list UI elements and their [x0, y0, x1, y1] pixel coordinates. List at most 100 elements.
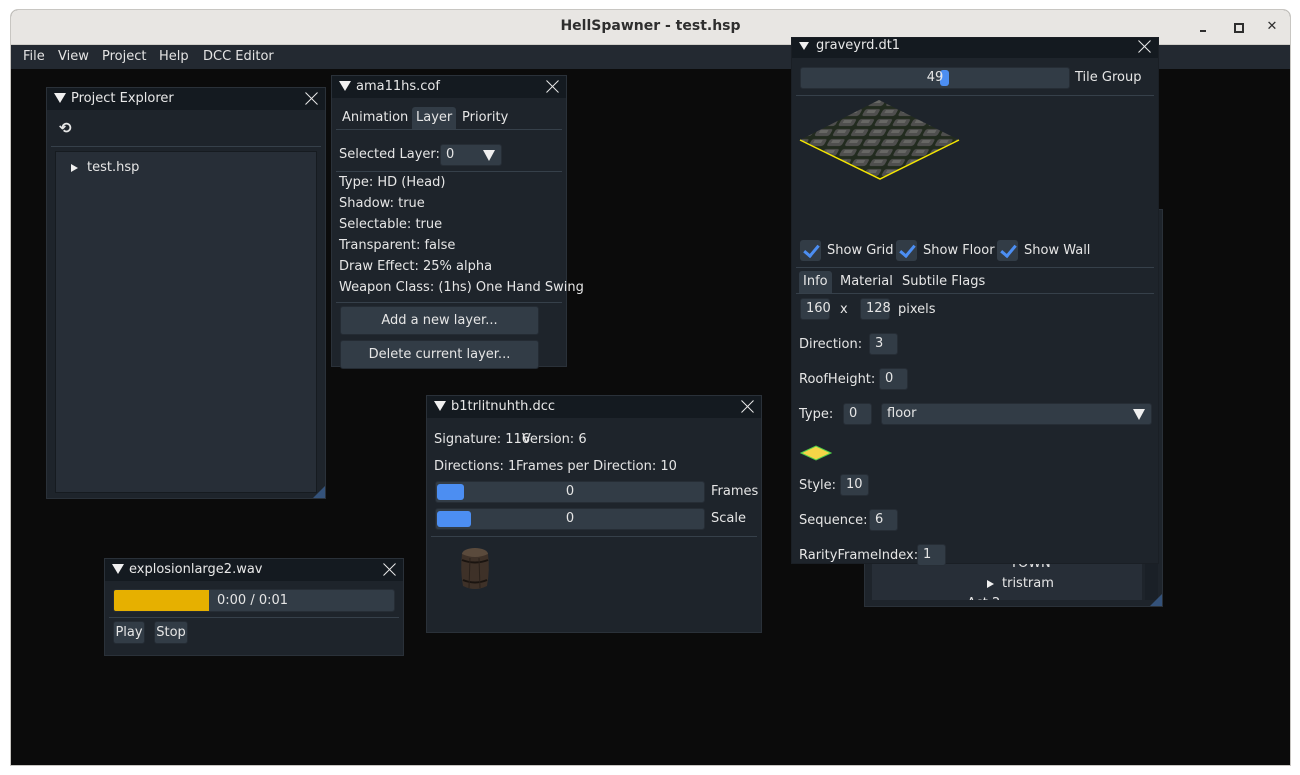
- dcc-viewer-panel: b1trlitnuhth.dcc Signature: 116 Version:…: [426, 395, 762, 633]
- tab-layer[interactable]: Layer: [412, 107, 457, 129]
- resize-grip[interactable]: [1150, 594, 1162, 606]
- tab-info[interactable]: Info: [799, 271, 832, 293]
- divider: [796, 95, 1154, 96]
- frames-slider[interactable]: 0: [435, 481, 705, 503]
- close-button[interactable]: ✕: [1261, 17, 1283, 37]
- close-icon[interactable]: [305, 91, 319, 105]
- close-icon[interactable]: [383, 562, 397, 576]
- refresh-icon[interactable]: ⟲: [59, 119, 72, 137]
- tab-material[interactable]: Material: [836, 271, 897, 293]
- show-wall-label: Show Wall: [1024, 243, 1091, 258]
- divider: [431, 536, 757, 537]
- close-icon[interactable]: [1138, 39, 1152, 53]
- roof-height-label: RoofHeight:: [799, 372, 876, 387]
- show-floor-label: Show Floor: [923, 243, 995, 258]
- delete-layer-button[interactable]: Delete current layer...: [340, 340, 539, 369]
- cof-editor-header[interactable]: ama11hs.cof: [332, 76, 566, 98]
- directions-text: Directions: 1: [434, 459, 517, 474]
- tree-node-act2[interactable]: Act 2: [967, 596, 1000, 600]
- type-select-value: floor: [887, 406, 917, 421]
- tree-node-tristram[interactable]: tristram: [1002, 576, 1054, 591]
- menu-help[interactable]: Help: [159, 49, 189, 64]
- divider: [336, 171, 562, 172]
- maximize-button[interactable]: [1227, 17, 1249, 37]
- collapse-icon[interactable]: [112, 564, 124, 574]
- divider: [51, 146, 321, 147]
- layer-type: Type: HD (Head): [339, 175, 446, 190]
- type-label: Type:: [799, 407, 834, 422]
- minimize-button[interactable]: [1192, 17, 1214, 37]
- add-layer-button[interactable]: Add a new layer...: [340, 306, 539, 335]
- cof-editor-panel: ama11hs.cof Animation Layer Priority Sel…: [331, 75, 584, 369]
- sequence-label: Sequence:: [799, 513, 868, 528]
- selected-layer-value: 0: [446, 147, 455, 162]
- menu-dcc-editor[interactable]: DCC Editor: [203, 49, 274, 64]
- close-icon[interactable]: [741, 399, 755, 413]
- menu-view[interactable]: View: [58, 49, 89, 64]
- collapse-icon[interactable]: [54, 93, 66, 103]
- expand-arrow-icon[interactable]: [71, 164, 78, 172]
- dt1-editor-header[interactable]: graveyrd.dt1: [792, 38, 1158, 58]
- divider: [109, 617, 399, 618]
- expand-arrow-icon[interactable]: [987, 580, 994, 588]
- barrel-sprite: [461, 548, 489, 589]
- playback-progress-bar[interactable]: 0:00 / 0:01: [113, 589, 395, 612]
- style-field[interactable]: 10: [840, 474, 869, 496]
- version-text: Version: 6: [522, 432, 587, 447]
- panel-title: b1trlitnuhth.dcc: [451, 399, 556, 414]
- layer-weapon-class: Weapon Class: (1hs) One Hand Swing: [339, 280, 584, 295]
- sequence-field[interactable]: 6: [869, 509, 898, 531]
- window-title: HellSpawner - test.hsp: [560, 18, 741, 34]
- direction-field[interactable]: 3: [869, 333, 898, 355]
- divider: [336, 129, 562, 130]
- tab-priority[interactable]: Priority: [458, 107, 512, 129]
- resize-grip[interactable]: [313, 486, 325, 498]
- panel-title: explosionlarge2.wav: [129, 562, 263, 577]
- frames-per-direction-text: Frames per Direction: 10: [516, 459, 677, 474]
- dropdown-arrow-icon: [1133, 409, 1145, 420]
- rarity-frame-index-field[interactable]: 1: [917, 544, 946, 566]
- collapse-icon[interactable]: [339, 81, 351, 91]
- tile-width-field[interactable]: 160: [800, 298, 831, 320]
- pixels-label: pixels: [898, 302, 936, 317]
- play-button[interactable]: Play: [113, 621, 145, 644]
- type-field[interactable]: 0: [843, 403, 872, 425]
- show-wall-checkbox[interactable]: [997, 240, 1018, 261]
- app-window: HellSpawner - test.hsp ✕ File View Proje…: [10, 9, 1291, 766]
- layer-transparent: Transparent: false: [339, 238, 456, 253]
- audio-player-header[interactable]: explosionlarge2.wav: [105, 559, 403, 581]
- selected-layer-select[interactable]: 0: [440, 144, 502, 166]
- dcc-viewer-header[interactable]: b1trlitnuhth.dcc: [427, 396, 761, 418]
- slider-value: 49: [926, 70, 944, 85]
- tile-group-slider[interactable]: 49: [800, 67, 1070, 89]
- menu-project[interactable]: Project: [102, 49, 146, 64]
- project-explorer-header[interactable]: Project Explorer: [47, 88, 325, 110]
- frames-label: Frames: [711, 484, 759, 499]
- layer-selectable: Selectable: true: [339, 217, 443, 232]
- dt1-editor-panel: graveyrd.dt1 49 Tile Group Show Grid Sho: [791, 37, 1159, 566]
- menu-file[interactable]: File: [23, 49, 45, 64]
- collapse-icon[interactable]: [434, 401, 446, 411]
- stop-button[interactable]: Stop: [154, 621, 188, 644]
- tree-node-label: test.hsp: [87, 160, 140, 175]
- panel-title: ama11hs.cof: [356, 79, 440, 94]
- roof-height-field[interactable]: 0: [879, 368, 908, 390]
- show-floor-checkbox[interactable]: [896, 240, 917, 261]
- divider: [796, 293, 1154, 294]
- style-label: Style:: [799, 478, 837, 493]
- panel-title: graveyrd.dt1: [816, 38, 901, 53]
- progress-text: 0:00 / 0:01: [217, 593, 289, 608]
- collapse-icon[interactable]: [799, 42, 809, 50]
- type-select[interactable]: floor: [881, 403, 1152, 425]
- direction-label: Direction:: [799, 337, 863, 352]
- scale-slider[interactable]: 0: [435, 508, 705, 530]
- tab-subtile-flags[interactable]: Subtile Flags: [898, 271, 989, 293]
- tile-height-field[interactable]: 128: [860, 298, 891, 320]
- dimension-separator: x: [840, 302, 848, 317]
- close-icon[interactable]: [546, 79, 560, 93]
- show-grid-checkbox[interactable]: [800, 240, 821, 261]
- signature-text: Signature: 116: [434, 432, 531, 447]
- tab-animation[interactable]: Animation: [338, 107, 412, 129]
- divider: [336, 302, 562, 303]
- progress-fill: [114, 590, 210, 611]
